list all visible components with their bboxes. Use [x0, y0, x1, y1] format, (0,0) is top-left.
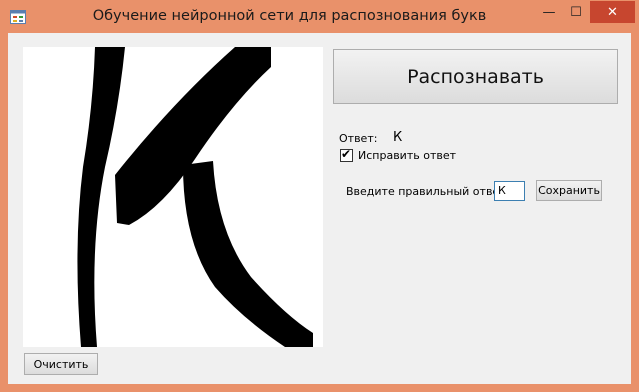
- answer-value: К: [393, 130, 403, 145]
- letter-lower-leg-stroke: [183, 161, 313, 347]
- title-bar[interactable]: Обучение нейронной сети для распозновани…: [0, 0, 639, 33]
- drawing-canvas[interactable]: [23, 47, 323, 347]
- save-button[interactable]: Сохранить: [536, 180, 602, 201]
- maximize-button[interactable]: ☐: [563, 1, 589, 23]
- close-icon: ✕: [607, 4, 618, 20]
- minimize-icon: —: [542, 4, 556, 20]
- minimize-button[interactable]: —: [535, 1, 563, 23]
- correct-answer-prompt: Введите правильный ответ: [346, 185, 506, 198]
- close-button[interactable]: ✕: [590, 1, 635, 23]
- maximize-icon: ☐: [570, 4, 582, 20]
- answer-label: Ответ:: [339, 132, 378, 145]
- app-form-icon: [10, 10, 26, 24]
- form-client-area: Распознавать Ответ: К ✔ Исправить ответ …: [8, 33, 631, 384]
- main-window: Обучение нейронной сети для распозновани…: [0, 0, 639, 392]
- fix-answer-label[interactable]: Исправить ответ: [358, 149, 456, 162]
- checkmark-icon: ✔: [341, 147, 352, 161]
- clear-button[interactable]: Очистить: [24, 353, 98, 375]
- drawn-letter-strokes: [77, 47, 313, 347]
- window-title: Обучение нейронной сети для распозновани…: [92, 8, 487, 24]
- fix-answer-checkbox[interactable]: ✔: [340, 147, 353, 162]
- correct-answer-input[interactable]: К: [494, 181, 525, 201]
- recognize-button[interactable]: Распознавать: [333, 49, 618, 104]
